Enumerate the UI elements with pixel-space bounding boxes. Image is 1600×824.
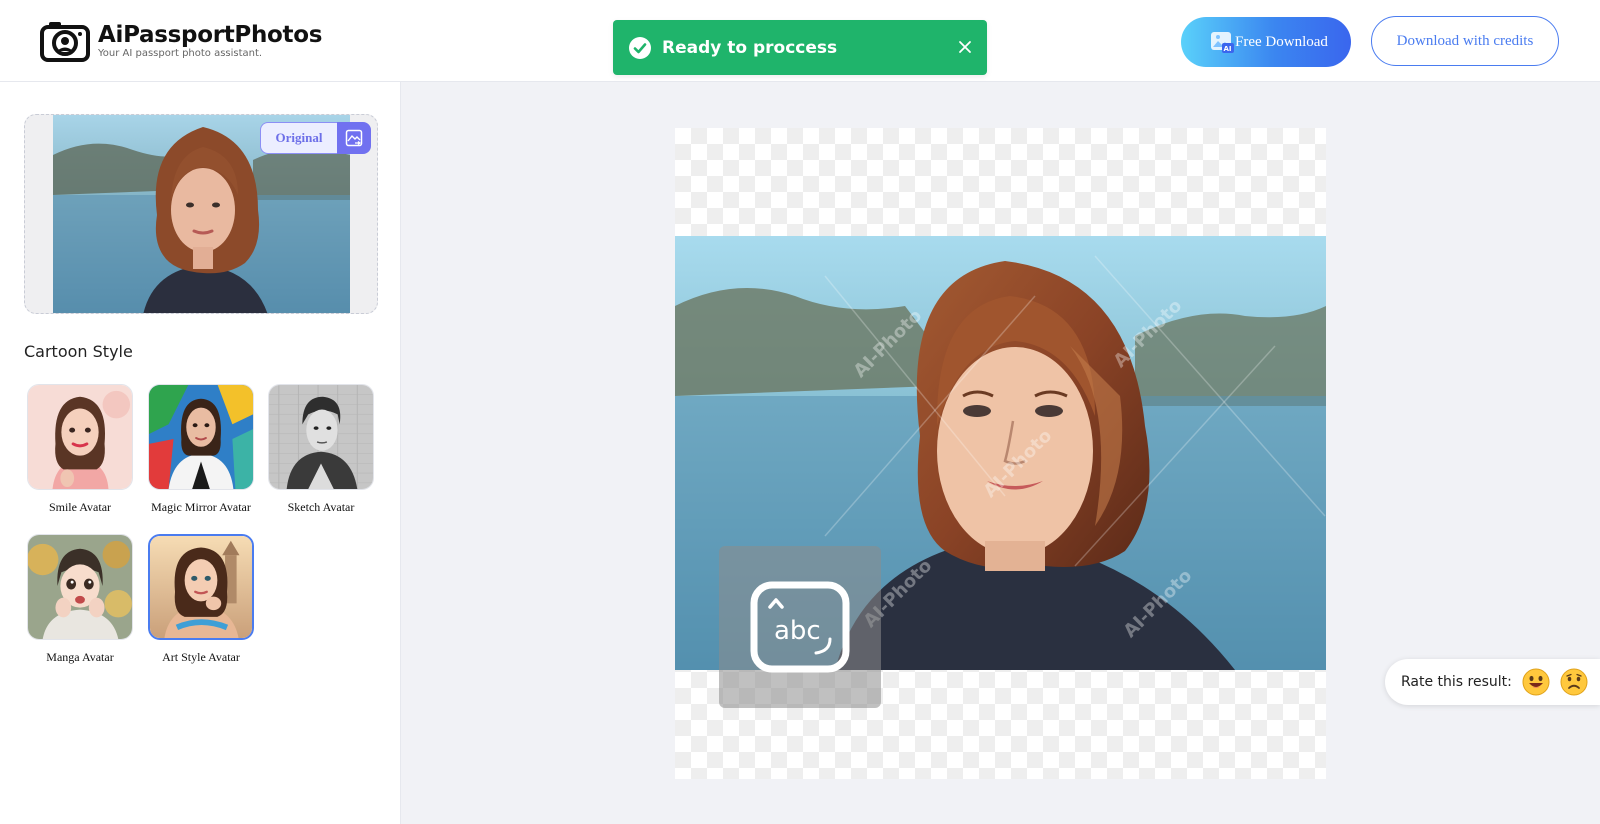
style-smile-avatar[interactable]: Smile Avatar (27, 384, 133, 515)
cartoon-style-title: Cartoon Style (24, 342, 133, 361)
free-download-label: Free Download (1235, 33, 1328, 50)
original-toggle[interactable]: Original (260, 122, 371, 154)
sketch-avatar-thumbnail (268, 384, 374, 490)
download-credits-button[interactable]: Download with credits (1371, 16, 1559, 66)
style-label: Sketch Avatar (287, 500, 355, 514)
brand-title: AiPassportPhotos (98, 22, 323, 48)
style-art-style-avatar[interactable]: Art Style Avatar (148, 534, 254, 665)
brand-subtitle: Your AI passport photo assistant. (98, 48, 263, 59)
manga-avatar-thumbnail (27, 534, 133, 640)
style-label: Smile Avatar (48, 500, 112, 514)
style-sidebar: Original Cartoon Style Smile Avatar Magi… (0, 82, 401, 824)
rating-label: Rate this result: (1401, 674, 1512, 690)
original-photo-panel: Original (24, 114, 378, 314)
status-toast: Ready to proccess (613, 20, 987, 75)
original-toggle-label[interactable]: Original (260, 122, 337, 154)
style-manga-avatar[interactable]: Manga Avatar (27, 534, 133, 665)
free-download-button[interactable]: AI Free Download (1181, 17, 1351, 67)
style-magic-mirror-avatar[interactable]: Magic Mirror Avatar (148, 384, 254, 515)
happy-face-icon[interactable] (1522, 668, 1550, 696)
toast-message: Ready to proccess (662, 37, 838, 58)
compare-swap-button[interactable] (337, 122, 371, 154)
ai-image-icon: AI (1211, 32, 1234, 53)
brand-logo[interactable]: AiPassportPhotos Your AI passport photo … (40, 20, 322, 62)
close-icon[interactable] (957, 39, 973, 55)
magic-mirror-avatar-thumbnail (148, 384, 254, 490)
image-compare-icon (345, 129, 363, 147)
camera-icon (40, 22, 90, 62)
style-sketch-avatar[interactable]: Sketch Avatar (268, 384, 374, 515)
top-header: AiPassportPhotos Your AI passport photo … (0, 0, 1600, 82)
smile-avatar-thumbnail (27, 384, 133, 490)
rating-widget: Rate this result: (1385, 659, 1600, 705)
ocr-sample-text: abc (774, 616, 821, 646)
preview-area: AI-Photo AI-Photo AI-Photo AI-Photo AI-P… (401, 82, 1600, 824)
svg-text:AI: AI (1224, 45, 1232, 53)
style-label: Manga Avatar (46, 650, 114, 664)
check-circle-icon (629, 36, 651, 59)
sad-face-icon[interactable] (1560, 668, 1588, 696)
art-style-avatar-thumbnail (148, 534, 254, 640)
transparent-canvas: AI-Photo AI-Photo AI-Photo AI-Photo AI-P… (675, 128, 1326, 779)
text-recognition-overlay[interactable]: abc (719, 546, 881, 708)
style-label: Magic Mirror Avatar (151, 500, 251, 514)
text-recognition-icon: abc (750, 581, 850, 673)
style-label: Art Style Avatar (162, 650, 240, 664)
